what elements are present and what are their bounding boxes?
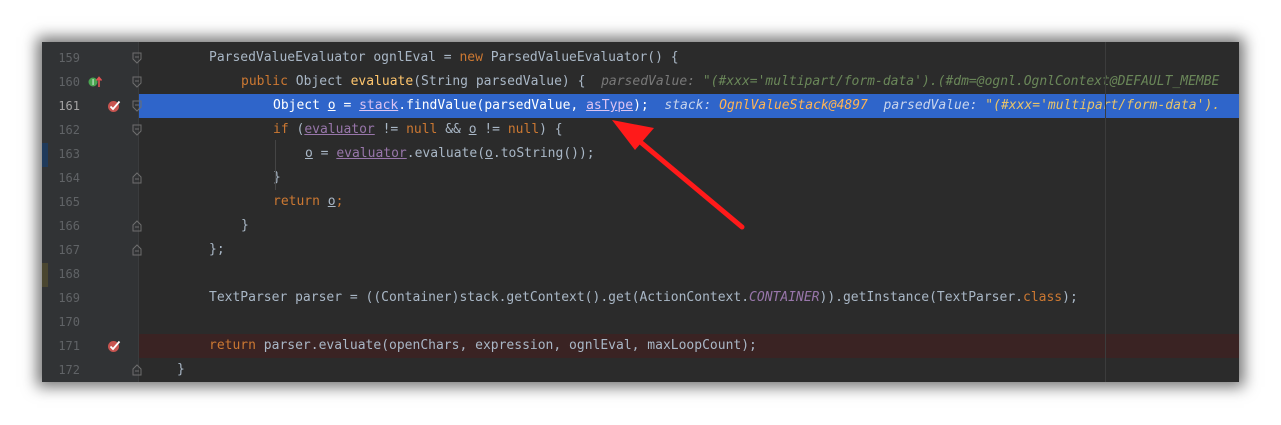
red-arrow-icon <box>612 120 745 230</box>
code-editor[interactable]: 159 ParsedValueEvaluator ognlEval = new … <box>42 42 1239 382</box>
